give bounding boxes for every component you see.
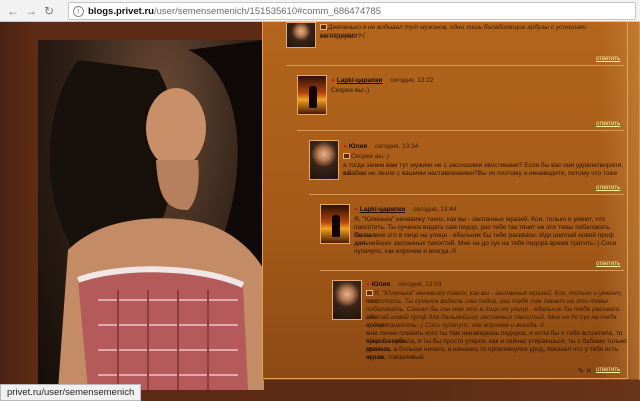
quote-icon xyxy=(320,24,327,31)
comment-author[interactable]: Юлия xyxy=(372,281,390,288)
comment-text: Джеченько я не водывал тут мужиков, одни… xyxy=(320,24,587,40)
comment-author[interactable]: Lapki-царапки xyxy=(360,206,406,213)
user-icon: ● xyxy=(331,77,335,84)
page-info-icon[interactable]: i xyxy=(73,5,84,17)
avatar-yulia[interactable] xyxy=(332,280,362,320)
avatar-yulia[interactable] xyxy=(286,22,316,48)
comment-text: вы педераст? xyxy=(320,33,362,40)
comment-meta: ● Lapki-царапки сегодня, 13:22 xyxy=(331,77,434,84)
page-background: Джеченько я не водывал тут мужиков, одни… xyxy=(0,22,640,401)
quote-icon xyxy=(343,153,350,160)
reload-icon[interactable]: ↻ xyxy=(40,2,58,20)
comment-text: к бабам не лезли с вашими наставлениями?… xyxy=(343,170,618,177)
comment-time: сегодня, 13:53 xyxy=(398,281,442,288)
comment-time: сегодня, 13:34 xyxy=(375,143,419,150)
comment-line: чупачупс, как впрочем и всегда.-0 xyxy=(354,248,456,255)
comment-meta: ● Lapki-царапки сегодня, 13:44 xyxy=(354,206,457,213)
comment-line: херов xyxy=(366,354,384,361)
reply-link[interactable]: ответить xyxy=(596,121,620,127)
reply-link[interactable]: ответить xyxy=(596,185,620,191)
back-icon[interactable]: ← xyxy=(4,2,22,20)
user-icon: ● xyxy=(354,206,358,213)
status-url: privet.ru/user/semensemenich xyxy=(0,384,142,401)
reply-link[interactable]: ответить xyxy=(596,56,620,62)
comment-divider xyxy=(286,65,624,66)
comment-divider xyxy=(320,270,624,271)
user-icon: ● xyxy=(366,281,370,288)
comment-text: Скорее вы:-) xyxy=(331,87,370,94)
avatar-lapki[interactable] xyxy=(320,204,350,244)
forward-icon[interactable]: → xyxy=(22,2,40,20)
quote-icon xyxy=(366,290,373,297)
comment-author[interactable]: Lapki-царапки xyxy=(337,77,383,84)
reply-link[interactable]: ответить xyxy=(596,261,620,267)
avatar-lapki[interactable] xyxy=(297,75,327,115)
delete-icon[interactable]: ✕ xyxy=(586,368,592,375)
comment-actions: ✎ ✕ xyxy=(578,367,592,375)
comment-meta: ● Юлия сегодня, 13:34 xyxy=(343,143,418,150)
reply-link[interactable]: ответить xyxy=(596,367,620,373)
browser-toolbar: ← → ↻ i blogs.privet.ru /user/semensemen… xyxy=(0,0,640,22)
comment-time: сегодня, 13:22 xyxy=(390,77,434,84)
comment-author[interactable]: Юлия xyxy=(349,143,367,150)
comment-divider xyxy=(309,194,624,195)
comment-time: сегодня, 13:44 xyxy=(413,206,457,213)
user-icon: ● xyxy=(343,143,347,150)
comment-quote: Скорее вы:-) xyxy=(343,153,389,161)
comment-meta: ● Юлия сегодня, 13:53 xyxy=(366,281,441,288)
avatar-yulia[interactable] xyxy=(309,140,339,180)
address-bar[interactable]: i blogs.privet.ru /user/semensemenich/15… xyxy=(68,2,636,20)
comment-divider xyxy=(297,130,624,131)
url-path: /user/semensemenich/151535610#comm_68647… xyxy=(153,5,382,17)
woman-photo-art xyxy=(49,40,264,390)
woman-photo xyxy=(38,40,264,390)
url-domain: blogs.privet.ru xyxy=(88,5,154,17)
edit-icon[interactable]: ✎ xyxy=(578,368,584,375)
